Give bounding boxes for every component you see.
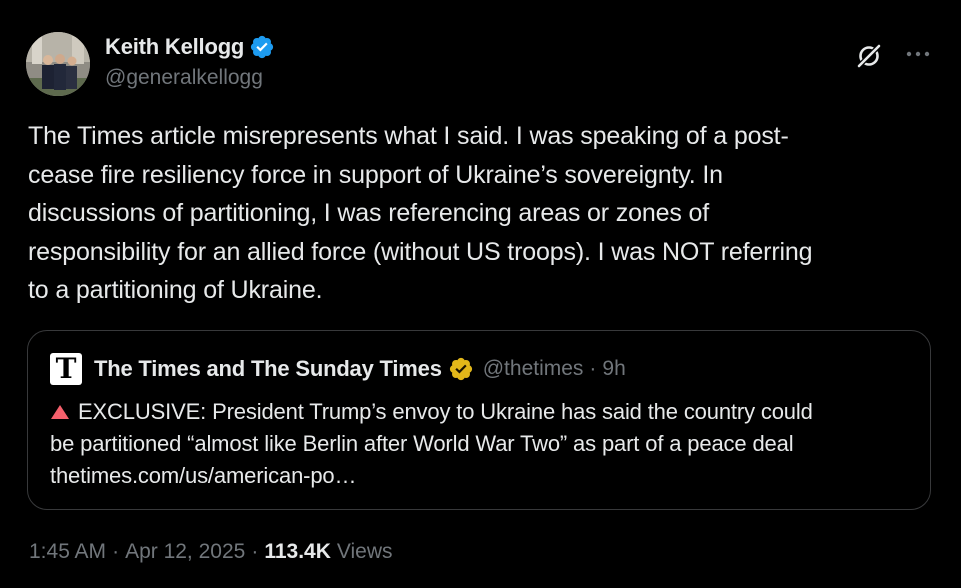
- tweet-date[interactable]: Apr 12, 2025: [125, 540, 245, 564]
- author-display-name[interactable]: Keith Kellogg: [105, 34, 244, 60]
- quoted-tweet-card[interactable]: T The Times and The Sunday Times @thetim…: [27, 330, 931, 510]
- quoted-tweet-header: T The Times and The Sunday Times @thetim…: [50, 353, 626, 385]
- quoted-timestamp[interactable]: 9h: [602, 357, 625, 381]
- quoted-separator: ·: [589, 357, 597, 380]
- quoted-author-name[interactable]: The Times and The Sunday Times: [94, 356, 442, 382]
- gold-verified-badge-icon[interactable]: [448, 356, 474, 382]
- tweet-meta: 1:45 AM · Apr 12, 2025 · 113.4K Views: [29, 540, 393, 564]
- times-logo-letter: T: [55, 352, 77, 385]
- views-count: 113.4K: [264, 540, 331, 563]
- views-label: Views: [336, 540, 393, 563]
- avatar-photo-icon: [26, 32, 90, 96]
- tweet-time[interactable]: 1:45 AM: [29, 540, 106, 564]
- meta-separator: ·: [112, 540, 120, 563]
- times-logo-avatar[interactable]: T: [50, 353, 82, 385]
- quoted-tweet-body: EXCLUSIVE: President Trump’s envoy to Uk…: [50, 396, 920, 492]
- author-name-row: Keith Kellogg: [105, 33, 275, 61]
- quoted-author-handle[interactable]: @thetimes: [483, 357, 584, 381]
- tweet-text: The Times article misrepresents what I s…: [28, 122, 813, 304]
- verified-badge-icon[interactable]: [249, 34, 275, 60]
- grok-icon[interactable]: [855, 42, 883, 70]
- author-info: Keith Kellogg @generalkellogg: [105, 33, 275, 90]
- red-triangle-icon: [51, 405, 69, 419]
- author-avatar[interactable]: [26, 32, 90, 96]
- tweet-container: Keith Kellogg @generalkellogg The Times …: [0, 0, 961, 588]
- meta-separator-views: ·: [251, 540, 259, 563]
- author-handle[interactable]: @generalkellogg: [105, 66, 275, 90]
- more-options-icon[interactable]: [905, 50, 931, 58]
- quoted-tweet-text: EXCLUSIVE: President Trump’s envoy to Uk…: [50, 399, 813, 488]
